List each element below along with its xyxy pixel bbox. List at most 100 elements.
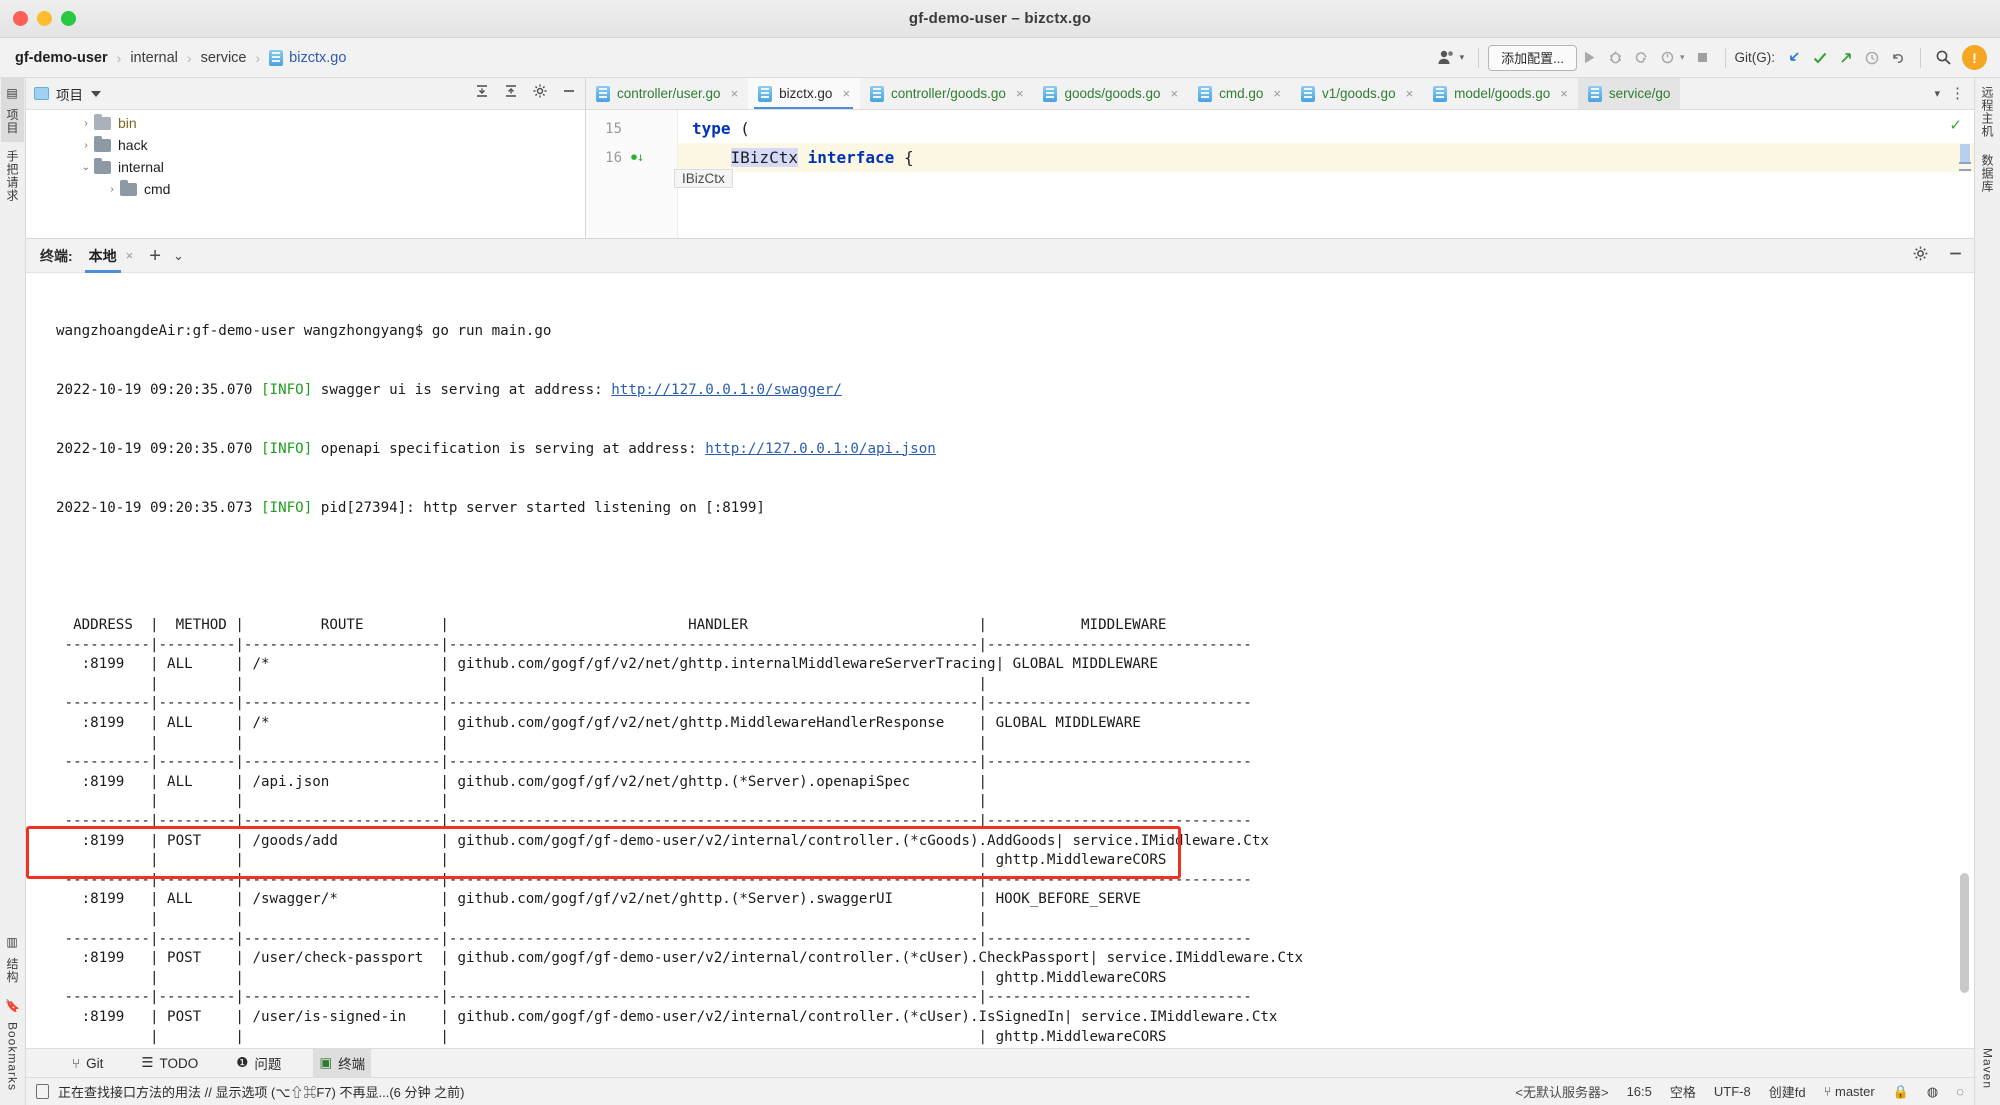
- chevron-right-icon[interactable]: ›: [78, 118, 94, 129]
- tab-bizctx-go[interactable]: bizctx.go ×: [748, 78, 861, 109]
- encoding-setting[interactable]: UTF-8: [1714, 1084, 1751, 1099]
- add-configuration-button[interactable]: 添加配置...: [1488, 44, 1577, 71]
- sidebar-item-structure[interactable]: ▥ 结构: [1, 927, 24, 991]
- breadcrumb-file[interactable]: bizctx.go: [268, 49, 347, 66]
- run-coverage-icon[interactable]: [1629, 45, 1655, 71]
- expand-icon[interactable]: [503, 83, 519, 104]
- sidebar-item-bookmarks[interactable]: 🔖 Bookmarks: [3, 991, 23, 1099]
- chevron-right-icon[interactable]: ›: [78, 140, 94, 151]
- terminal-output[interactable]: wangzhoangdeAir:gf-demo-user wangzhongya…: [26, 273, 1974, 1048]
- caret-position[interactable]: 16:5: [1627, 1084, 1652, 1099]
- search-icon[interactable]: [1930, 45, 1957, 71]
- tab-goods-goods-go[interactable]: goods/goods.go ×: [1033, 78, 1188, 109]
- close-icon[interactable]: ×: [731, 86, 739, 101]
- chevron-down-icon[interactable]: ▾: [1934, 87, 1940, 100]
- terminal-actions: [1912, 245, 1964, 267]
- close-icon[interactable]: ×: [126, 248, 134, 263]
- tab-model-goods-go[interactable]: model/goods.go ×: [1423, 78, 1578, 109]
- sidebar-item-maven[interactable]: Maven: [1978, 1040, 1998, 1097]
- close-icon[interactable]: ×: [842, 86, 850, 101]
- breadcrumb-project[interactable]: gf-demo-user: [14, 50, 109, 66]
- tab-label: service/go: [1608, 86, 1671, 101]
- editor-scrollbar[interactable]: [1960, 144, 1970, 162]
- left-tool-strip: ▤ 项目 手把请求 ▥ 结构 🔖 Bookmarks: [0, 78, 26, 1105]
- inspection-ok-icon[interactable]: ✓: [1949, 116, 1962, 134]
- push-icon[interactable]: [1833, 45, 1859, 71]
- line-separator-setting[interactable]: 创建fd: [1769, 1082, 1806, 1101]
- tab-label: cmd.go: [1219, 86, 1264, 101]
- notification-icon[interactable]: ◌: [1956, 1084, 1964, 1099]
- close-icon[interactable]: ×: [1273, 86, 1281, 101]
- tab-controller-user-go[interactable]: controller/user.go ×: [586, 78, 748, 109]
- tab-service-go[interactable]: service/go: [1577, 78, 1681, 109]
- minimize-icon[interactable]: [1947, 245, 1964, 267]
- tree-item-hack[interactable]: › hack: [26, 134, 585, 156]
- tree-item-cmd[interactable]: › cmd: [26, 178, 585, 200]
- breadcrumb-service[interactable]: service: [200, 50, 248, 66]
- gear-icon[interactable]: [532, 83, 548, 104]
- project-pane-title-label: 项目: [56, 87, 83, 103]
- tab-label: controller/goods.go: [891, 86, 1006, 101]
- history-icon[interactable]: [1859, 45, 1885, 71]
- gear-icon[interactable]: [1912, 245, 1929, 267]
- project-pane-title[interactable]: 项目: [34, 84, 83, 104]
- inspector-icon[interactable]: ◍: [1927, 1084, 1938, 1100]
- chevron-down-icon[interactable]: ⌄: [173, 248, 184, 264]
- stop-icon[interactable]: [1690, 45, 1716, 71]
- tool-window-todo[interactable]: ☰ TODO: [135, 1049, 204, 1078]
- sidebar-item-database[interactable]: 数据库: [1976, 146, 1999, 201]
- update-project-icon[interactable]: [1781, 45, 1807, 71]
- commit-icon[interactable]: [1807, 45, 1833, 71]
- default-server-label[interactable]: <无默认服务器>: [1515, 1082, 1608, 1101]
- collapse-all-icon[interactable]: [474, 83, 490, 104]
- tree-item-bin-label: bin: [118, 115, 137, 131]
- sidebar-item-http-client[interactable]: 手把请求: [1, 142, 24, 210]
- sidebar-item-project[interactable]: ▤ 项目: [1, 78, 24, 143]
- tab-controller-goods-go[interactable]: controller/goods.go ×: [860, 78, 1033, 109]
- minimize-icon[interactable]: [561, 83, 577, 104]
- run-icon[interactable]: [1577, 45, 1603, 71]
- log-link[interactable]: http://127.0.0.1:0/swagger/: [611, 382, 842, 398]
- route-table-row-cont: | | | | ghttp.MiddlewareCORS: [56, 1028, 1167, 1045]
- code-token-paren: (: [730, 119, 750, 138]
- notification-icon[interactable]: !: [1957, 45, 1992, 71]
- terminal-scrollbar[interactable]: [1960, 873, 1969, 993]
- code-lines[interactable]: type ( IBizCtx interface {: [678, 110, 1974, 238]
- close-icon[interactable]: ×: [1016, 86, 1024, 101]
- new-terminal-button[interactable]: +: [149, 246, 161, 266]
- git-branch-widget[interactable]: ⑂ master: [1824, 1084, 1875, 1099]
- tab-v1-goods-go[interactable]: v1/goods.go ×: [1291, 78, 1423, 109]
- tool-window-terminal[interactable]: ▣ 终端: [313, 1048, 372, 1078]
- route-table-row: :8199 | ALL | /* | github.com/gogf/gf/v2…: [56, 656, 1158, 673]
- more-options-icon[interactable]: ⋮: [1950, 86, 1965, 101]
- user-group-icon[interactable]: ▾: [1432, 45, 1470, 71]
- breadcrumb-internal[interactable]: internal: [129, 50, 179, 66]
- rollback-icon[interactable]: [1885, 45, 1911, 71]
- code-editor[interactable]: 15 16 ⏺↓ type ( IBizCtx interface { IBiz: [586, 110, 1974, 238]
- route-table-row: :8199 | ALL | /* | github.com/gogf/gf/v2…: [56, 715, 1141, 732]
- tool-window-problems[interactable]: ❶ 问题: [230, 1049, 287, 1078]
- log-link[interactable]: http://127.0.0.1:0/api.json: [705, 441, 936, 457]
- chevron-right-icon[interactable]: ›: [104, 184, 120, 195]
- editor-gutter[interactable]: 15 16 ⏺↓: [586, 110, 678, 238]
- sidebar-item-remote-host[interactable]: 远程主机: [1976, 78, 1999, 146]
- profiler-icon[interactable]: ▾: [1655, 45, 1690, 71]
- tree-item-hack-label: hack: [118, 137, 148, 153]
- terminal-tab-label: 本地: [88, 247, 117, 264]
- chevron-down-icon[interactable]: [91, 90, 101, 97]
- close-icon[interactable]: ×: [1560, 86, 1568, 101]
- tree-item-internal[interactable]: ⌄ internal: [26, 156, 585, 178]
- chevron-down-icon[interactable]: ⌄: [78, 162, 94, 173]
- lock-icon[interactable]: 🔒: [1893, 1084, 1909, 1100]
- terminal-tab-local[interactable]: 本地 ×: [84, 239, 138, 273]
- close-icon[interactable]: ×: [1171, 86, 1179, 101]
- tool-window-git[interactable]: ⑂ Git: [66, 1049, 109, 1078]
- sidebar-item-bookmarks-label: Bookmarks: [5, 1021, 20, 1091]
- indent-setting[interactable]: 空格: [1670, 1082, 1696, 1101]
- tree-item-bin[interactable]: › bin: [26, 112, 585, 134]
- tab-cmd-go[interactable]: cmd.go ×: [1188, 78, 1291, 109]
- debug-icon[interactable]: [1603, 45, 1629, 71]
- run-gutter-icon[interactable]: ⏺↓: [631, 150, 644, 165]
- close-icon[interactable]: ×: [1406, 86, 1414, 101]
- event-log-icon[interactable]: [36, 1084, 49, 1099]
